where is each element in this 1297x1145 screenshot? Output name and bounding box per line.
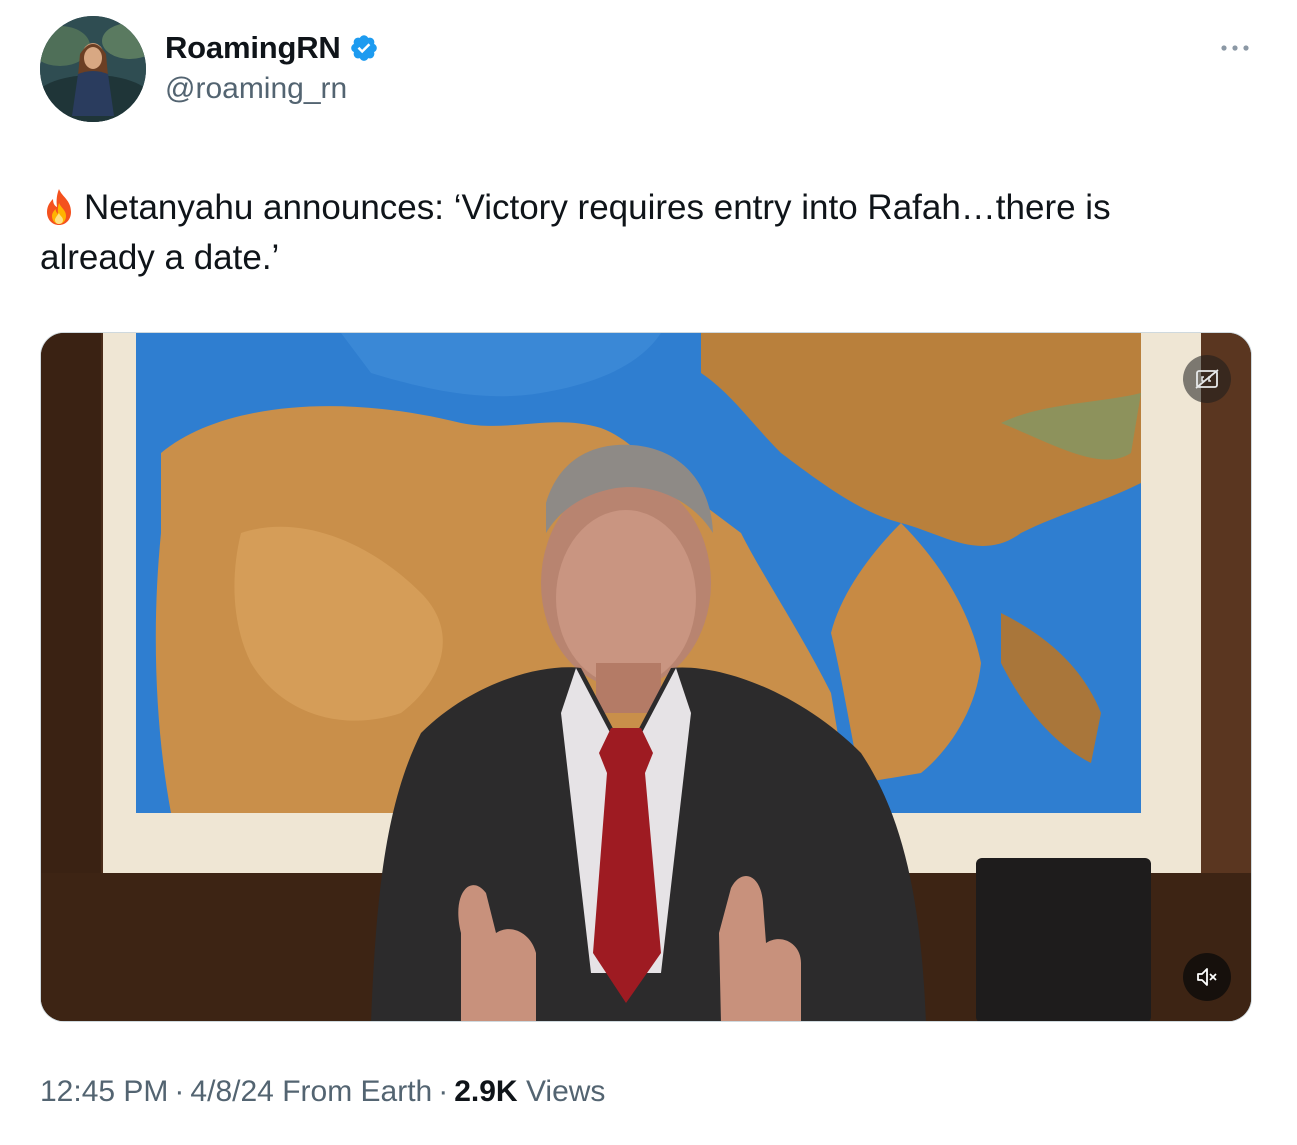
user-handle[interactable]: @roaming_rn	[165, 72, 379, 106]
meta-separator: ·	[438, 1075, 449, 1108]
fire-icon	[47, 189, 71, 225]
name-row: RoamingRN	[165, 28, 379, 68]
tweet-text-line-2: already a date.’	[40, 238, 280, 277]
avatar[interactable]	[40, 16, 146, 122]
tweet-source: From Earth	[282, 1075, 433, 1108]
video-frame	[41, 333, 1251, 1021]
tweet-meta: 12:45 PM · 4/8/24 From Earth · 2.9K Views	[40, 1075, 605, 1109]
verified-badge-icon	[350, 35, 377, 61]
views-label[interactable]: Views	[526, 1075, 605, 1108]
tweet-text-line-1: Netanyahu announces: ‘Victory requires e…	[84, 188, 1111, 227]
more-dots-icon	[1221, 45, 1249, 51]
more-options-button[interactable]	[1217, 34, 1253, 62]
tweet-text: Netanyahu announces: ‘Victory requires e…	[40, 183, 1240, 283]
video-player[interactable]	[40, 332, 1252, 1022]
captions-button[interactable]	[1183, 355, 1231, 403]
display-name[interactable]: RoamingRN	[165, 30, 341, 66]
author-block: RoamingRN @roaming_rn	[165, 28, 379, 106]
muted-speaker-icon	[1197, 968, 1217, 986]
meta-separator: ·	[174, 1075, 185, 1108]
tweet-time[interactable]: 12:45 PM	[40, 1075, 168, 1108]
tweet-date[interactable]: 4/8/24	[190, 1075, 273, 1108]
views-count[interactable]: 2.9K	[454, 1075, 517, 1108]
volume-button[interactable]	[1183, 953, 1231, 1001]
captions-off-icon	[1195, 369, 1219, 389]
